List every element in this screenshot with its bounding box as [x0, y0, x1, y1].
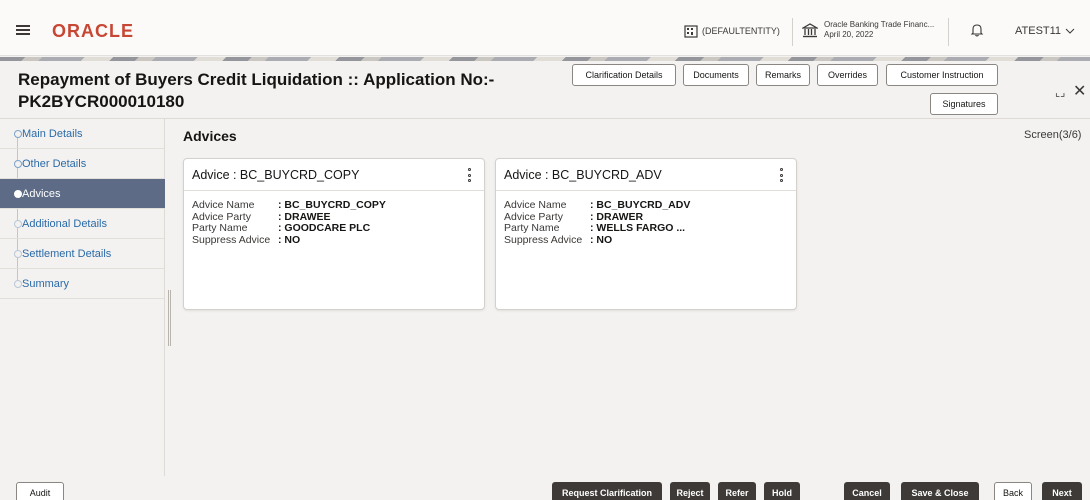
advice-field: Advice Name : BC_BUYCRD_ADV [504, 199, 788, 212]
clarification-details-button[interactable]: Clarification Details [572, 64, 676, 86]
sidebar-item-additional-details[interactable]: Additional Details [0, 209, 165, 239]
audit-button[interactable]: Audit [16, 482, 64, 500]
application-number: PK2BYCR000010180 [18, 92, 185, 111]
field-label: Suppress Advice [192, 233, 271, 246]
screen-indicator: Screen(3/6) [1024, 129, 1082, 141]
check-circle-icon [14, 130, 22, 138]
current-step-icon [14, 190, 22, 198]
sidebar-item-label: Main Details [22, 127, 83, 140]
advice-field: Party Name : GOODCARE PLC [192, 222, 476, 235]
field-label: Suppress Advice [504, 233, 583, 246]
field-label: Party Name [504, 222, 560, 234]
user-name: ATEST11 [1015, 25, 1062, 37]
kebab-menu-icon[interactable] [466, 168, 472, 182]
advice-card-title: Advice : BC_BUYCRD_ADV [496, 159, 796, 191]
sidebar-item-label: Settlement Details [22, 247, 112, 260]
entity-label: (DEFAULTENTITY) [702, 26, 780, 36]
overrides-button[interactable]: Overrides [817, 64, 878, 86]
step-circle-icon [14, 220, 22, 228]
entity-selector[interactable]: (DEFAULTENTITY) [684, 24, 780, 38]
sidebar-item-label: Other Details [22, 157, 87, 170]
field-value: : BC_BUYCRD_ADV [590, 199, 691, 211]
advice-card: Advice : BC_BUYCRD_ADV Advice Name : BC_B… [495, 158, 797, 310]
user-menu[interactable]: ATEST11 [1015, 25, 1075, 37]
sidebar-item-settlement-details[interactable]: Settlement Details [0, 239, 165, 269]
bank-icon [802, 22, 818, 37]
field-value: : GOODCARE PLC [278, 222, 371, 234]
field-label: Party Name [192, 222, 248, 234]
field-value: : WELLS FARGO ... [590, 222, 686, 234]
refer-button[interactable]: Refer [718, 482, 756, 500]
sidebar-item-advices[interactable]: Advices [0, 179, 165, 209]
documents-button[interactable]: Documents [683, 64, 749, 86]
app-header: ORACLE (DEFAULTENTITY) Oracle Banking Tr… [0, 0, 1090, 56]
cancel-button[interactable]: Cancel [844, 482, 890, 500]
field-value: : BC_BUYCRD_COPY [278, 199, 386, 211]
advice-field: Suppress Advice : NO [504, 233, 788, 247]
header-divider [948, 18, 949, 46]
sidebar-item-label: Additional Details [22, 217, 107, 230]
branch-date: April 20, 2022 [824, 30, 874, 39]
sidebar-item-other-details[interactable]: Other Details [0, 149, 165, 179]
branch-selector[interactable]: Oracle Banking Trade Financ... April 20,… [802, 20, 934, 40]
sidebar-item-main-details[interactable]: Main Details [0, 119, 165, 149]
signatures-button[interactable]: Signatures [930, 93, 998, 115]
field-value: : NO [278, 233, 301, 246]
page-title: Repayment of Buyers Credit Liquidation :… [18, 69, 498, 113]
save-close-button[interactable]: Save & Close [901, 482, 979, 500]
back-button[interactable]: Back [994, 482, 1032, 500]
advice-card-title: Advice : BC_BUYCRD_COPY [184, 159, 484, 191]
branch-name: Oracle Banking Trade Financ... [824, 20, 935, 29]
hold-button[interactable]: Hold [764, 482, 800, 500]
close-icon[interactable]: ✕ [1073, 81, 1086, 101]
page-title-line1: Repayment of Buyers Credit Liquidation :… [18, 70, 495, 89]
menu-icon[interactable] [16, 25, 30, 35]
kebab-menu-icon[interactable] [778, 168, 784, 182]
step-circle-icon [14, 280, 22, 288]
header-divider [792, 18, 793, 46]
bell-icon[interactable] [970, 23, 984, 37]
advice-field: Advice Name : BC_BUYCRD_COPY [192, 199, 476, 212]
advice-field: Party Name : WELLS FARGO ... [504, 222, 788, 235]
field-value: : NO [590, 233, 613, 246]
sidebar-item-label: Advices [22, 187, 61, 200]
sidebar-item-summary[interactable]: Summary [0, 269, 165, 299]
oracle-logo: ORACLE [52, 21, 134, 41]
chevron-down-icon [1065, 28, 1075, 34]
next-button[interactable]: Next [1042, 482, 1082, 500]
sidebar-nav: Main Details Other Details Advices Addit… [0, 119, 165, 476]
building-icon [684, 25, 698, 38]
field-label: Advice Name [192, 199, 255, 211]
remarks-button[interactable]: Remarks [756, 64, 810, 86]
sidebar-item-label: Summary [22, 277, 70, 290]
customer-instruction-button[interactable]: Customer Instruction [886, 64, 998, 86]
sidebar-resize-handle[interactable] [168, 290, 171, 346]
reject-button[interactable]: Reject [670, 482, 710, 500]
section-title: Advices [183, 128, 237, 144]
request-clarification-button[interactable]: Request Clarification [552, 482, 662, 500]
collapse-icon[interactable]: ⌞⌟ [1055, 86, 1065, 99]
advice-field: Suppress Advice : NO [192, 233, 476, 247]
check-circle-icon [14, 160, 22, 168]
step-circle-icon [14, 250, 22, 258]
field-label: Advice Name [504, 199, 567, 211]
advice-card: Advice : BC_BUYCRD_COPY Advice Name : BC_… [183, 158, 485, 310]
